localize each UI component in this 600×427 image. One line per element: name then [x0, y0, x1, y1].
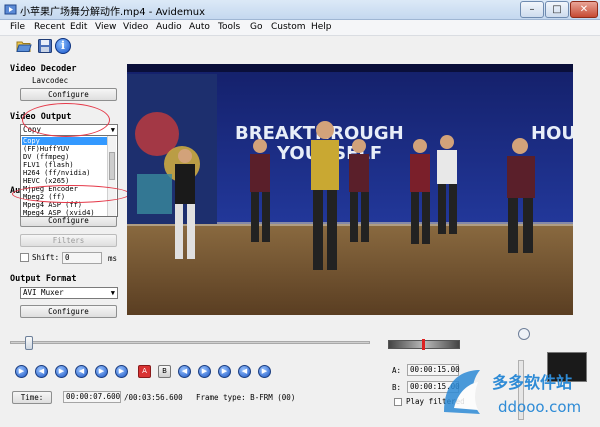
video-decoder-configure-button[interactable]: Configure — [20, 88, 117, 101]
video-decoder-codec: Lavcodec — [32, 76, 69, 85]
shift-unit: ms — [108, 254, 118, 263]
menu-edit[interactable]: Edit — [70, 22, 87, 32]
marker-b-icon[interactable]: B — [158, 365, 171, 378]
frame-type-label: Frame type: B-FRM (00) — [196, 393, 296, 402]
dropdown-option[interactable]: HEVC (x265) — [22, 177, 110, 185]
menu-custom[interactable]: Custom — [271, 22, 305, 32]
dropdown-option-copy[interactable]: Copy — [22, 137, 110, 145]
next-frame-icon[interactable]: ◀ — [75, 365, 88, 378]
goto-end-icon[interactable]: ▶ — [258, 365, 271, 378]
menu-go[interactable]: Go — [250, 22, 262, 32]
dropdown-option[interactable]: Mpeg4 ASP (xvid4) — [22, 209, 110, 217]
play-icon[interactable]: ▶ — [15, 365, 28, 378]
open-folder-icon[interactable] — [16, 38, 32, 54]
info-icon[interactable]: i — [55, 38, 71, 54]
annotation-ellipse-top — [22, 103, 110, 137]
menu-audio[interactable]: Audio — [156, 22, 182, 32]
watermark-logo: 多多软件站 ddooo.com — [444, 370, 581, 416]
first-frame-icon[interactable]: ▶ — [218, 365, 231, 378]
prev-keyframe-icon[interactable]: ▶ — [95, 365, 108, 378]
marker-a-label: A: — [392, 366, 402, 375]
options-icon[interactable] — [518, 328, 530, 340]
watermark-cn: 多多软件站 — [492, 373, 572, 392]
menu-file[interactable]: File — [10, 22, 25, 32]
last-frame-icon[interactable]: ◀ — [238, 365, 251, 378]
audio-filters-button[interactable]: Filters — [20, 234, 117, 247]
next-keyframe-icon[interactable]: ▶ — [115, 365, 128, 378]
output-format-select[interactable]: AVI Muxer ▼ — [20, 287, 118, 299]
menu-view[interactable]: View — [95, 22, 116, 32]
shift-input[interactable]: 0 — [62, 252, 102, 264]
avidemux-app-icon — [4, 4, 17, 15]
banner-text-hou: HOU — [531, 123, 573, 144]
minimize-button[interactable]: – — [520, 1, 544, 18]
toolbar — [0, 36, 600, 58]
dropdown-option[interactable]: DV (ffmpeg) — [22, 153, 110, 161]
total-time-label: /00:03:56.600 — [124, 393, 183, 402]
video-decoder-label: Video Decoder — [10, 64, 77, 74]
output-format-configure-button[interactable]: Configure — [20, 305, 117, 318]
output-format-selected: AVI Muxer — [23, 288, 64, 297]
shift-checkbox[interactable] — [20, 253, 29, 262]
output-format-label: Output Format — [10, 274, 77, 284]
video-preview: BREAKTHROUGH YOURSELF HOU — [127, 64, 573, 315]
dropdown-option[interactable]: H264 (ff/nvidia) — [22, 169, 110, 177]
window-title: 小苹果广场舞分解动作.mp4 - Avidemux — [20, 7, 206, 18]
scrollbar-thumb[interactable] — [109, 152, 115, 180]
volume-marker — [422, 339, 425, 350]
play-filtered-checkbox[interactable] — [394, 398, 402, 406]
marker-b-label: B: — [392, 383, 402, 392]
stop-icon[interactable]: ◀ — [35, 365, 48, 378]
menu-help[interactable]: Help — [311, 22, 332, 32]
dropdown-scrollbar[interactable] — [107, 136, 116, 216]
timeline-slider-track[interactable] — [10, 341, 370, 344]
annotation-ellipse-mpeg2 — [12, 185, 130, 203]
timeline-slider-thumb[interactable] — [25, 336, 33, 350]
next-black-icon[interactable]: ▶ — [198, 365, 211, 378]
video-output-dropdown-list: Copy (FF)HuffYUV DV (ffmpeg) FLV1 (flash… — [20, 135, 118, 217]
menu-tools[interactable]: Tools — [218, 22, 240, 32]
menu-video[interactable]: Video — [123, 22, 148, 32]
dropdown-option[interactable]: (FF)HuffYUV — [22, 145, 110, 153]
watermark-en: ddooo.com — [498, 398, 581, 416]
save-disk-icon[interactable] — [37, 38, 53, 54]
time-button[interactable]: Time: — [12, 391, 52, 404]
current-time-field[interactable]: 00:00:07.600 — [63, 391, 121, 403]
close-button[interactable]: ✕ — [570, 1, 598, 18]
shift-label: Shift: — [32, 253, 60, 262]
prev-black-icon[interactable]: ◀ — [178, 365, 191, 378]
marker-a-icon[interactable]: A — [138, 365, 151, 378]
menu-auto[interactable]: Auto — [189, 22, 210, 32]
prev-frame-icon[interactable]: ▶ — [55, 365, 68, 378]
dropdown-option[interactable]: FLV1 (flash) — [22, 161, 110, 169]
menu-bar: File Recent Edit View Video Audio Auto T… — [0, 20, 600, 36]
chevron-down-icon: ▼ — [110, 289, 115, 297]
menu-recent[interactable]: Recent — [34, 22, 65, 32]
chevron-down-icon: ▼ — [110, 126, 115, 134]
maximize-button[interactable]: □ — [545, 1, 569, 18]
